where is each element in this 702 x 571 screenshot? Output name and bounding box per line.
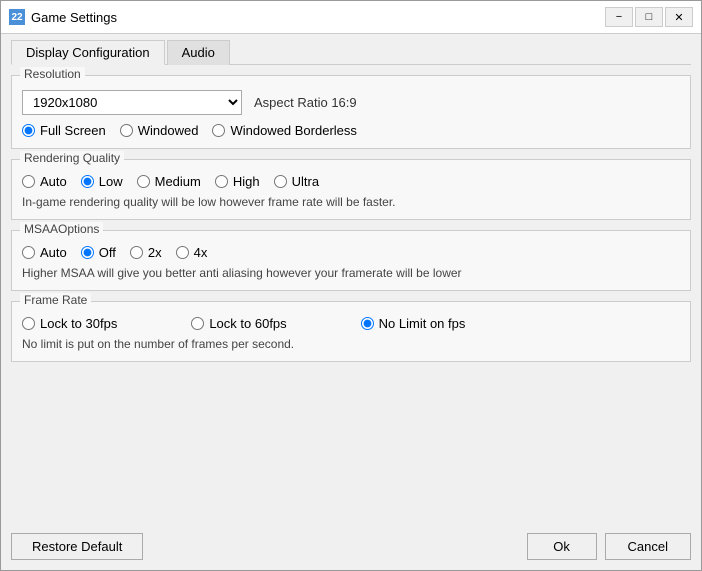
rq-auto-radio[interactable]	[22, 175, 35, 188]
msaa-auto-label: Auto	[40, 245, 67, 260]
fr-30-radio[interactable]	[22, 317, 35, 330]
rq-auto-option[interactable]: Auto	[22, 174, 67, 189]
fullscreen-label: Full Screen	[40, 123, 106, 138]
fr-30-label: Lock to 30fps	[40, 316, 117, 331]
windowed-borderless-option[interactable]: Windowed Borderless	[212, 123, 356, 138]
rq-medium-option[interactable]: Medium	[137, 174, 201, 189]
game-settings-window: 22 Game Settings − □ ✕ Display Configura…	[0, 0, 702, 571]
fr-nolimit-radio[interactable]	[361, 317, 374, 330]
msaa-2x-option[interactable]: 2x	[130, 245, 162, 260]
windowed-borderless-radio[interactable]	[212, 124, 225, 137]
content-area: Display Configuration Audio Resolution 1…	[1, 34, 701, 570]
windowed-borderless-label: Windowed Borderless	[230, 123, 356, 138]
rq-high-option[interactable]: High	[215, 174, 260, 189]
msaa-off-option[interactable]: Off	[81, 245, 116, 260]
maximize-button[interactable]: □	[635, 7, 663, 27]
rq-medium-radio[interactable]	[137, 175, 150, 188]
resolution-section: Resolution 1920x1080 1600x900 1280x720 1…	[11, 75, 691, 149]
rendering-quality-description: In-game rendering quality will be low ho…	[22, 195, 680, 209]
msaa-2x-label: 2x	[148, 245, 162, 260]
msaa-off-radio[interactable]	[81, 246, 94, 259]
rq-ultra-option[interactable]: Ultra	[274, 174, 319, 189]
rq-high-label: High	[233, 174, 260, 189]
rq-low-label: Low	[99, 174, 123, 189]
tab-bar: Display Configuration Audio	[11, 40, 691, 65]
ok-button[interactable]: Ok	[527, 533, 597, 560]
window-controls: − □ ✕	[605, 7, 693, 27]
msaa-auto-radio[interactable]	[22, 246, 35, 259]
msaa-section-title: MSAAOptions	[20, 222, 103, 236]
rendering-quality-section: Rendering Quality Auto Low Medium High	[11, 159, 691, 220]
msaa-4x-label: 4x	[194, 245, 208, 260]
rq-medium-label: Medium	[155, 174, 201, 189]
framerate-section-title: Frame Rate	[20, 293, 91, 307]
framerate-description: No limit is put on the number of frames …	[22, 337, 680, 351]
display-mode-row: Full Screen Windowed Windowed Borderless	[22, 123, 680, 138]
fr-60-option[interactable]: Lock to 60fps	[191, 316, 286, 331]
rq-low-option[interactable]: Low	[81, 174, 123, 189]
ok-cancel-group: Ok Cancel	[527, 533, 691, 560]
bottom-bar: Restore Default Ok Cancel	[11, 527, 691, 560]
msaa-row: Auto Off 2x 4x	[22, 245, 680, 260]
msaa-4x-option[interactable]: 4x	[176, 245, 208, 260]
msaa-2x-radio[interactable]	[130, 246, 143, 259]
msaa-description: Higher MSAA will give you better anti al…	[22, 266, 680, 280]
fr-60-radio[interactable]	[191, 317, 204, 330]
framerate-row: Lock to 30fps Lock to 60fps No Limit on …	[22, 316, 680, 331]
fr-nolimit-label: No Limit on fps	[379, 316, 466, 331]
app-icon: 22	[9, 9, 25, 25]
fullscreen-radio[interactable]	[22, 124, 35, 137]
close-button[interactable]: ✕	[665, 7, 693, 27]
resolution-row: 1920x1080 1600x900 1280x720 1024x768 Asp…	[22, 90, 680, 115]
rq-high-radio[interactable]	[215, 175, 228, 188]
msaa-4x-radio[interactable]	[176, 246, 189, 259]
windowed-radio[interactable]	[120, 124, 133, 137]
cancel-button[interactable]: Cancel	[605, 533, 691, 560]
fr-nolimit-option[interactable]: No Limit on fps	[361, 316, 466, 331]
rendering-quality-title: Rendering Quality	[20, 151, 124, 165]
resolution-dropdown[interactable]: 1920x1080 1600x900 1280x720 1024x768	[22, 90, 242, 115]
fr-30-option[interactable]: Lock to 30fps	[22, 316, 117, 331]
aspect-ratio-label: Aspect Ratio 16:9	[254, 95, 357, 110]
fullscreen-option[interactable]: Full Screen	[22, 123, 106, 138]
rq-ultra-label: Ultra	[292, 174, 319, 189]
rq-ultra-radio[interactable]	[274, 175, 287, 188]
minimize-button[interactable]: −	[605, 7, 633, 27]
msaa-off-label: Off	[99, 245, 116, 260]
rendering-quality-row: Auto Low Medium High Ultra	[22, 174, 680, 189]
windowed-label: Windowed	[138, 123, 199, 138]
resolution-section-title: Resolution	[20, 67, 85, 81]
framerate-section: Frame Rate Lock to 30fps Lock to 60fps N…	[11, 301, 691, 362]
rq-auto-label: Auto	[40, 174, 67, 189]
tab-audio[interactable]: Audio	[167, 40, 230, 65]
restore-default-button[interactable]: Restore Default	[11, 533, 143, 560]
window-title: Game Settings	[31, 10, 605, 25]
tab-display-configuration[interactable]: Display Configuration	[11, 40, 165, 65]
title-bar: 22 Game Settings − □ ✕	[1, 1, 701, 34]
fr-60-label: Lock to 60fps	[209, 316, 286, 331]
rq-low-radio[interactable]	[81, 175, 94, 188]
windowed-option[interactable]: Windowed	[120, 123, 199, 138]
msaa-auto-option[interactable]: Auto	[22, 245, 67, 260]
msaa-section: MSAAOptions Auto Off 2x 4x	[11, 230, 691, 291]
